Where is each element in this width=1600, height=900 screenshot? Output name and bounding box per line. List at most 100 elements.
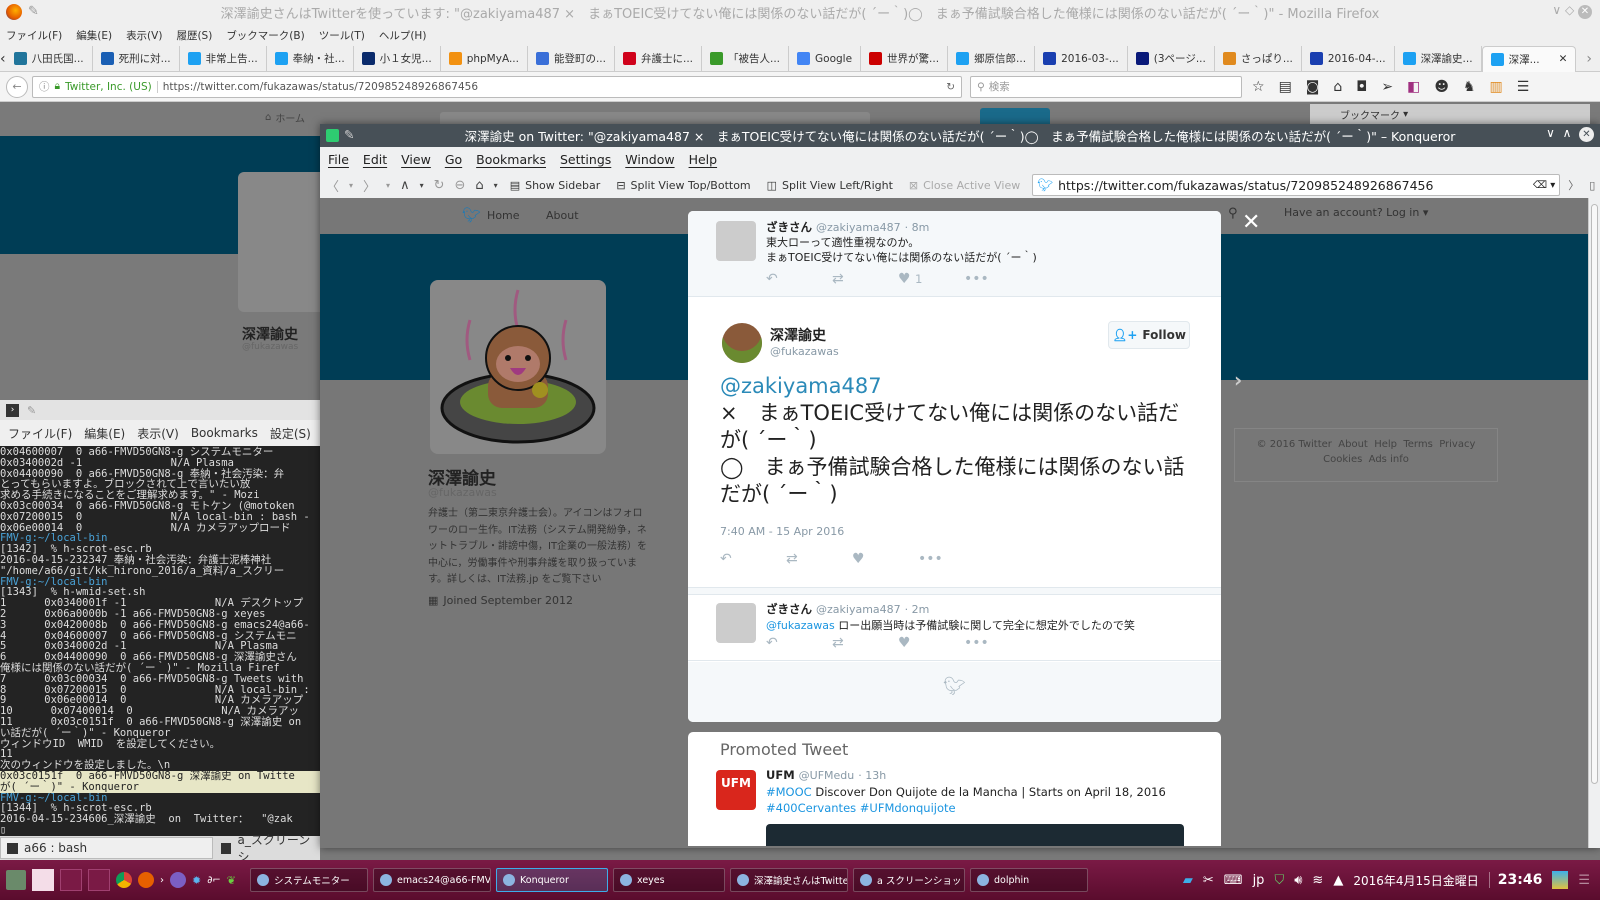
home-icon[interactable]: ⌂	[1333, 79, 1342, 95]
send-icon[interactable]: ➢	[1381, 79, 1393, 95]
close-tab-icon[interactable]: ✕	[1559, 53, 1568, 65]
menu-item[interactable]: Go	[445, 152, 462, 167]
application-launcher-icon[interactable]	[6, 870, 26, 890]
browser-tab[interactable]: 弁護士に...	[615, 45, 702, 72]
modal-close-button[interactable]: ✕	[1242, 210, 1260, 235]
taskbar-task[interactable]: システムモニター	[250, 868, 368, 892]
split-top-bottom-button[interactable]: ⊟ Split View Top/Bottom	[616, 179, 750, 192]
browser-tab[interactable]: 八田氏国...	[6, 45, 93, 72]
browser-tab[interactable]: phpMyA...	[441, 45, 528, 72]
new-tab-icon[interactable]: ▯	[1589, 179, 1595, 192]
search-input[interactable]: ⚲ 検索	[970, 75, 1242, 98]
mention-link[interactable]: @fukazawas	[766, 619, 835, 632]
info-icon[interactable]: ⓘ	[39, 79, 50, 94]
hamburger-menu-icon[interactable]: ☰	[1517, 79, 1530, 95]
next-tweet-arrow[interactable]: ›	[1234, 368, 1242, 392]
menu-item[interactable]: View	[401, 152, 431, 167]
browser-tab[interactable]: 奉納・社...	[267, 45, 354, 72]
menu-item[interactable]: Window	[625, 152, 674, 167]
taskbar-task[interactable]: a スクリーンショット : h-scrot	[853, 868, 965, 892]
reply-icon[interactable]: ↶	[720, 551, 786, 567]
konqueror-url-bar[interactable]: 🐦︎ https://twitter.com/fukazawas/status/…	[1032, 174, 1561, 196]
back-dropdown-icon[interactable]: ▾	[349, 181, 353, 190]
menu-item[interactable]: 設定(S)	[270, 425, 311, 442]
konsole-tab-bash[interactable]: a66 : bash	[0, 837, 213, 859]
back-button[interactable]: ←	[6, 75, 28, 98]
reply-icon[interactable]: ↶	[766, 635, 832, 651]
input-method[interactable]: jp	[1253, 873, 1265, 888]
follow-button[interactable]: 👤︎+ Follow	[1108, 321, 1190, 349]
pocket-icon[interactable]: ◙	[1306, 79, 1320, 95]
browser-tab[interactable]: 死刑に対...	[93, 45, 180, 72]
menu-item[interactable]: File	[328, 152, 349, 167]
close-icon[interactable]: ✕	[1579, 127, 1594, 142]
dictionary-icon[interactable]: ∂⌐	[207, 875, 221, 886]
terminal-icon[interactable]: ›	[160, 875, 164, 886]
author-handle[interactable]: @fukazawas	[770, 345, 839, 358]
stop-icon[interactable]: ⊖	[455, 178, 466, 193]
up-button[interactable]: ∧	[400, 178, 410, 193]
author-name[interactable]: 深澤諭史	[770, 325, 826, 345]
window-controls[interactable]: ∨ ∧ ✕	[1546, 126, 1594, 142]
extension-bars-icon[interactable]: ▥	[1490, 79, 1503, 95]
like-icon[interactable]: ♥ 1	[898, 271, 964, 287]
extension-c-icon[interactable]: ◧	[1407, 79, 1420, 95]
browser-tab[interactable]: Google	[789, 45, 862, 72]
bg-nav-home[interactable]: ⌂ ホーム	[265, 110, 305, 125]
menu-item[interactable]: 編集(E)	[76, 28, 112, 43]
reply-icon[interactable]: ↶	[766, 271, 832, 287]
desktop-pager-1[interactable]	[32, 869, 54, 891]
menu-item[interactable]: ファイル(F)	[6, 28, 62, 43]
wifi-icon[interactable]: ≋	[1312, 873, 1323, 888]
more-icon[interactable]: •••	[918, 551, 984, 567]
clipboard-scissors-icon[interactable]: ✂	[1203, 873, 1214, 888]
twitter-nav-home[interactable]: 🐦︎ Home	[462, 206, 520, 224]
taskbar-task[interactable]: Konqueror	[496, 868, 608, 892]
promoted-image[interactable]	[766, 824, 1184, 846]
reload-icon[interactable]: ↻	[946, 81, 955, 93]
like-icon[interactable]: ♥	[852, 551, 918, 567]
chrome-icon[interactable]	[116, 872, 132, 888]
promoted-tweet[interactable]: Promoted Tweet UFM UFM @UFMedu · 13h #MOOC…	[688, 732, 1221, 846]
search-icon[interactable]: ⚲	[1228, 206, 1238, 221]
menu-item[interactable]: 履歴(S)	[176, 28, 212, 43]
emacs-icon[interactable]	[170, 872, 186, 888]
bookmark-star-icon[interactable]: ☆	[1252, 79, 1265, 95]
extension-owl-icon[interactable]: ◘	[1356, 79, 1367, 95]
browser-tab[interactable]: 世界が驚...	[861, 45, 949, 72]
menu-item[interactable]: 表示(V)	[137, 425, 179, 442]
firefox-icon[interactable]	[138, 872, 154, 888]
menu-item[interactable]: ツール(T)	[319, 28, 365, 43]
scrollbar-thumb[interactable]	[1591, 204, 1598, 784]
taskbar-task[interactable]: dolphin	[970, 868, 1088, 892]
browser-tab[interactable]: 深澤... ✕	[1481, 45, 1577, 72]
date[interactable]: 2016年4月15日金曜日	[1353, 872, 1478, 889]
more-icon[interactable]: •••	[964, 635, 1030, 651]
clear-url-icon[interactable]: ⌫ ▾	[1533, 180, 1555, 191]
menu-item[interactable]: ブックマーク(B)	[226, 28, 304, 43]
pin-icon[interactable]: ✎	[344, 127, 354, 142]
go-button[interactable]: 〉	[1568, 177, 1579, 193]
browser-tab[interactable]: 2016-03-...	[1035, 45, 1128, 72]
show-sidebar-button[interactable]: ▤ Show Sidebar	[510, 179, 601, 192]
browser-tab[interactable]: 郷原信郎...	[948, 45, 1036, 72]
more-icon[interactable]: •••	[964, 271, 1030, 287]
login-link[interactable]: Have an account? Log in ▾	[1284, 206, 1428, 219]
browser-tab[interactable]: 能登町の...	[528, 45, 615, 72]
window-controls[interactable]: ∨ ◇ ✕	[1552, 3, 1592, 19]
clock[interactable]: 23:46	[1488, 872, 1542, 888]
browser-tab[interactable]: 2016-04-...	[1302, 45, 1395, 72]
update-icon[interactable]: ⛉	[1274, 873, 1284, 888]
browser-tab[interactable]: 深澤諭史...	[1395, 45, 1482, 72]
url-bar[interactable]: ⓘ 🔒︎ Twitter, Inc. (US) https://twitter.…	[32, 75, 962, 98]
taskbar-task[interactable]: 深澤諭史さんはTwitterを使	[730, 868, 848, 892]
volume-icon[interactable]: 🔊︎	[1294, 873, 1302, 888]
avatar[interactable]	[716, 603, 756, 643]
menu-item[interactable]: Edit	[363, 152, 387, 167]
avatar[interactable]	[722, 323, 762, 363]
avatar[interactable]	[716, 221, 756, 261]
reply-tweet[interactable]: ざきさん @zakiyama487 · 2m @fukazawas ロー出願当時は予…	[688, 595, 1221, 661]
desktop-pager-2[interactable]	[60, 869, 82, 891]
menu-item[interactable]: Help	[689, 152, 718, 167]
profile-handle[interactable]: @fukazawas	[428, 486, 497, 499]
